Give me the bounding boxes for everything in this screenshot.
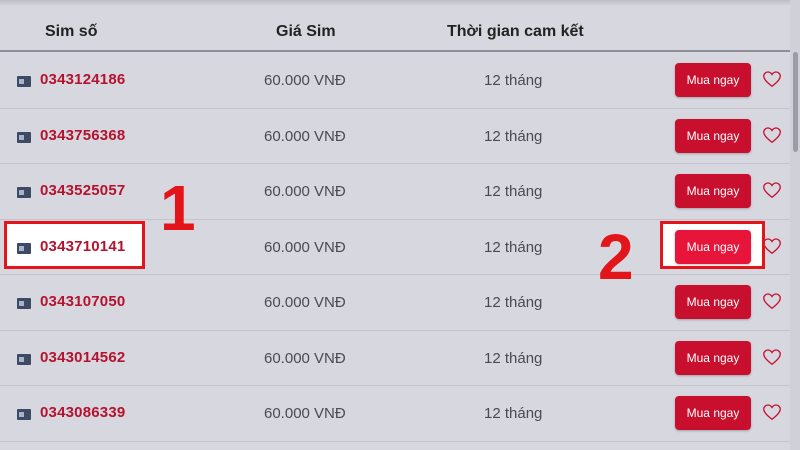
sim-card-icon [17,187,31,198]
sim-price: 60.000 VNĐ [264,183,346,200]
column-header-price: Giá Sim [276,23,336,40]
annotation-step-2: 2 [598,221,634,293]
vertical-scrollbar[interactable] [790,0,800,450]
buy-now-button[interactable]: Mua ngay [675,63,751,97]
heart-icon[interactable] [763,182,781,199]
heart-icon[interactable] [763,293,781,310]
scrollbar-thumb[interactable] [793,52,798,152]
table-row: 0343014562 60.000 VNĐ 12 tháng Mua ngay [0,331,790,386]
sim-number-link[interactable]: 0343086339 [40,404,125,421]
buy-now-button[interactable]: Mua ngay [675,174,751,208]
sim-number-link[interactable]: 0343014562 [40,349,125,366]
sim-price: 60.000 VNĐ [264,405,346,422]
heart-icon[interactable] [763,404,781,421]
sim-card-icon [17,76,31,87]
buy-now-button[interactable]: Mua ngay [675,285,751,319]
commitment-term: 12 tháng [484,127,543,145]
table-header: Sim số Giá Sim Thời gian cam kết [0,14,790,52]
table-row: 0343525057 60.000 VNĐ 12 tháng Mua ngay [0,164,790,220]
heart-icon[interactable] [763,237,781,255]
sim-number-link[interactable]: 0343756368 [40,127,125,144]
commitment-term: 12 tháng [484,72,543,89]
commitment-term: 12 tháng [484,294,543,311]
sim-card-icon [17,409,31,420]
table-row: 0343756368 60.000 VNĐ 12 tháng Mua ngay [0,109,790,164]
sim-number-link[interactable]: 0343107050 [40,293,125,310]
top-bar [0,0,800,6]
annotation-box-sim-number [4,221,145,269]
column-header-sim: Sim số [45,23,98,40]
commitment-term: 12 tháng [484,183,543,200]
heart-icon[interactable] [763,71,781,88]
sim-price: 60.000 VNĐ [264,349,346,367]
sim-price: 60.000 VNĐ [264,294,346,311]
sim-card-icon [17,131,31,143]
annotation-step-1: 1 [160,172,196,244]
buy-now-button[interactable]: Mua ngay [675,396,751,430]
sim-price: 60.000 VNĐ [264,127,346,145]
commitment-term: 12 tháng [484,405,543,422]
annotation-box-buy-button [660,221,765,269]
commitment-term: 12 tháng [484,238,543,256]
table-row: 0343107050 60.000 VNĐ 12 tháng Mua ngay [0,275,790,331]
sim-card-icon [17,298,31,309]
heart-icon[interactable] [763,348,781,366]
sim-number-link[interactable]: 0343124186 [40,71,125,88]
table-row: 0343124186 60.000 VNĐ 12 tháng Mua ngay [0,53,790,109]
sim-card-icon [17,353,31,365]
sim-number-link[interactable]: 0343525057 [40,182,125,199]
table-row: 0343086339 60.000 VNĐ 12 tháng Mua ngay [0,386,790,442]
buy-now-button[interactable]: Mua ngay [675,340,751,375]
buy-now-button[interactable]: Mua ngay [675,118,751,153]
sim-price: 60.000 VNĐ [264,72,346,89]
heart-icon[interactable] [763,126,781,144]
commitment-term: 12 tháng [484,349,543,367]
column-header-term: Thời gian cam kết [447,23,584,40]
sim-price: 60.000 VNĐ [264,238,346,256]
